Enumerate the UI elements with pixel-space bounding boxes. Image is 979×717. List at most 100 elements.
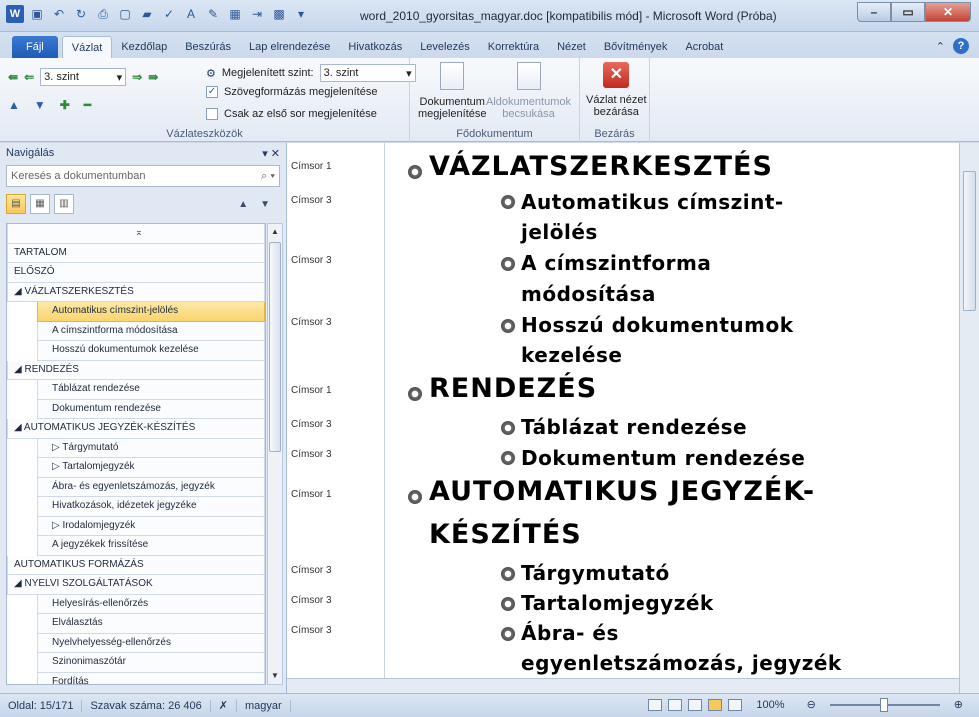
scroll-thumb[interactable] [269, 242, 281, 452]
search-icon[interactable]: ⌕ ▾ [261, 170, 275, 183]
nav-heading-item[interactable]: Elválasztás [37, 614, 265, 634]
nav-heading-item[interactable]: ◢ AUTOMATIKUS JEGYZÉK-KÉSZÍTÉS [7, 419, 265, 439]
heading-1[interactable]: VÁZLATSZERKESZTÉS [429, 151, 773, 182]
expand-heading-icon[interactable] [501, 451, 515, 465]
scroll-up-icon[interactable]: ▲ [268, 224, 282, 240]
nav-heading-item[interactable]: ◢ VÁZLATSZERKESZTÉS [7, 282, 265, 302]
picture-icon[interactable]: ▩ [270, 5, 288, 23]
heading-3[interactable]: Ábra- és [521, 621, 619, 645]
document-horizontal-scrollbar[interactable] [287, 678, 959, 693]
undo-icon[interactable]: ↶ [50, 5, 68, 23]
nav-heading-item[interactable]: Hivatkozások, idézetek jegyzéke [37, 497, 265, 517]
heading-3[interactable]: Hosszú dokumentumok [521, 313, 794, 337]
help-icon[interactable]: ? [953, 38, 969, 54]
heading-3[interactable]: Dokumentum rendezése [521, 446, 805, 470]
expand-heading-icon[interactable] [408, 387, 422, 401]
nav-heading-item[interactable]: A jegyzékek frissítése [37, 536, 265, 556]
tab-home[interactable]: Kezdőlap [112, 36, 176, 58]
expand-heading-icon[interactable] [501, 597, 515, 611]
expand-heading-icon[interactable] [501, 421, 515, 435]
expand-icon[interactable]: ✚ [60, 98, 70, 112]
new-document-icon[interactable]: ▢ [116, 5, 134, 23]
language-indicator[interactable]: magyar [237, 699, 291, 712]
promote-icon[interactable]: ⇐ [24, 70, 34, 84]
nav-heading-item[interactable]: A címszintforma módosítása [37, 321, 265, 341]
heading-3[interactable]: Automatikus címszint- [521, 190, 784, 214]
heading-3-continued[interactable]: módosítása [521, 282, 656, 306]
tab-file[interactable]: Fájl [12, 36, 58, 58]
tab-mailings[interactable]: Levelezés [411, 36, 479, 58]
expand-heading-icon[interactable] [408, 490, 422, 504]
nav-search-input[interactable]: Keresés a dokumentumban ⌕ ▾ [6, 165, 280, 187]
heading-3-continued[interactable]: jelölés [521, 220, 598, 244]
spelling-icon[interactable]: ✓ [160, 5, 178, 23]
move-down-icon[interactable]: ▼ [34, 98, 46, 112]
tab-references[interactable]: Hivatkozás [339, 36, 411, 58]
word-count[interactable]: Szavak száma: 26 406 [82, 699, 211, 712]
zoom-out-icon[interactable]: ⊖ [799, 698, 824, 711]
heading-1[interactable]: RENDEZÉS [429, 373, 597, 404]
demote-icon[interactable]: ⇒ [132, 70, 142, 84]
heading-1-continued[interactable]: KÉSZÍTÉS [429, 519, 582, 550]
scroll-thumb[interactable] [963, 171, 976, 311]
page-indicator[interactable]: Oldal: 15/171 [0, 699, 83, 712]
nav-heading-item[interactable]: ELŐSZÓ [7, 263, 265, 283]
minimize-ribbon-icon[interactable]: ⌃ [936, 40, 945, 53]
open-icon[interactable]: ▰ [138, 5, 156, 23]
browse-headings-icon[interactable]: ▤ [6, 194, 26, 214]
nav-heading-item[interactable]: Szinonimaszótár [37, 653, 265, 673]
format-painter-icon[interactable]: ✎ [204, 5, 222, 23]
nav-heading-item[interactable]: Fordítás [37, 672, 265, 684]
show-first-line-checkbox[interactable] [206, 108, 218, 120]
redo-icon[interactable]: ↻ [72, 5, 90, 23]
expand-heading-icon[interactable] [501, 567, 515, 581]
nav-heading-item[interactable]: Táblázat rendezése [37, 380, 265, 400]
browse-results-icon[interactable]: ▥ [54, 194, 74, 214]
nav-heading-item[interactable]: ▷ Tartalomjegyzék [37, 458, 265, 478]
heading-1[interactable]: AUTOMATIKUS JEGYZÉK- [429, 476, 815, 507]
outline-view-icon[interactable] [708, 698, 723, 711]
document-vertical-scrollbar[interactable] [959, 143, 979, 693]
table-icon[interactable]: ▦ [226, 5, 244, 23]
nav-heading-item[interactable]: Helyesírás-ellenőrzés [37, 594, 265, 614]
nav-heading-item[interactable]: ▷ Irodalomjegyzék [37, 516, 265, 536]
tab-review[interactable]: Korrektúra [479, 36, 548, 58]
collapse-subdocuments-button[interactable]: Aldokumentumok becsukása [486, 62, 571, 120]
close-pane-icon[interactable]: ✕ [271, 148, 280, 160]
browse-pages-icon[interactable]: ▦ [30, 194, 50, 214]
nav-heading-item[interactable]: TARTALOM [7, 243, 265, 263]
heading-3-continued[interactable]: egyenletszámozás, jegyzék [521, 651, 842, 675]
word-app-icon[interactable]: W [6, 5, 24, 23]
print-layout-view-icon[interactable] [648, 698, 663, 711]
save-icon[interactable]: ▣ [28, 5, 46, 23]
print-icon[interactable]: ⎙ [94, 5, 112, 23]
scroll-down-icon[interactable]: ▼ [268, 668, 282, 684]
collapse-all-item[interactable]: ⌅ [7, 224, 265, 244]
tab-addins[interactable]: Bővítmények [595, 36, 677, 58]
expand-heading-icon[interactable] [408, 165, 422, 179]
nav-scrollbar[interactable]: ▲ ▼ [267, 223, 283, 685]
outline-level-select[interactable]: 3. szint ▾ [40, 68, 127, 86]
heading-3[interactable]: Táblázat rendezése [521, 415, 747, 439]
nav-heading-item[interactable]: Nyelvhelyesség-ellenőrzés [37, 633, 265, 653]
tab-outline[interactable]: Vázlat [61, 36, 113, 58]
nav-heading-item[interactable]: Dokumentum rendezése [37, 399, 265, 419]
expand-heading-icon[interactable] [501, 195, 515, 209]
next-heading-icon[interactable]: ▼ [260, 199, 270, 210]
heading-3[interactable]: Tartalomjegyzék [521, 591, 714, 615]
show-level-select[interactable]: 3. szint ▾ [319, 64, 416, 82]
show-text-formatting-checkbox[interactable]: ✓ [206, 86, 218, 98]
font-icon[interactable]: A [182, 5, 200, 23]
demote-to-body-icon[interactable]: ⇛ [148, 70, 158, 84]
proofing-icon[interactable]: ✗ [211, 699, 237, 712]
heading-3[interactable]: Tárgymutató [521, 561, 670, 585]
zoom-in-icon[interactable]: ⊕ [946, 698, 971, 711]
nav-heading-item[interactable]: AUTOMATIKUS FORMÁZÁS [7, 555, 265, 575]
minimize-button[interactable]: – [857, 2, 891, 22]
close-outline-view-button[interactable]: ✕ Vázlat nézet bezárása [586, 62, 647, 118]
tab-page-layout[interactable]: Lap elrendezése [240, 36, 339, 58]
zoom-slider-thumb[interactable] [879, 697, 888, 712]
show-document-button[interactable]: Dokumentum megjelenítése [418, 62, 487, 120]
heading-3[interactable]: A címszintforma [521, 251, 711, 275]
nav-heading-item[interactable]: Hosszú dokumentumok kezelése [37, 341, 265, 361]
